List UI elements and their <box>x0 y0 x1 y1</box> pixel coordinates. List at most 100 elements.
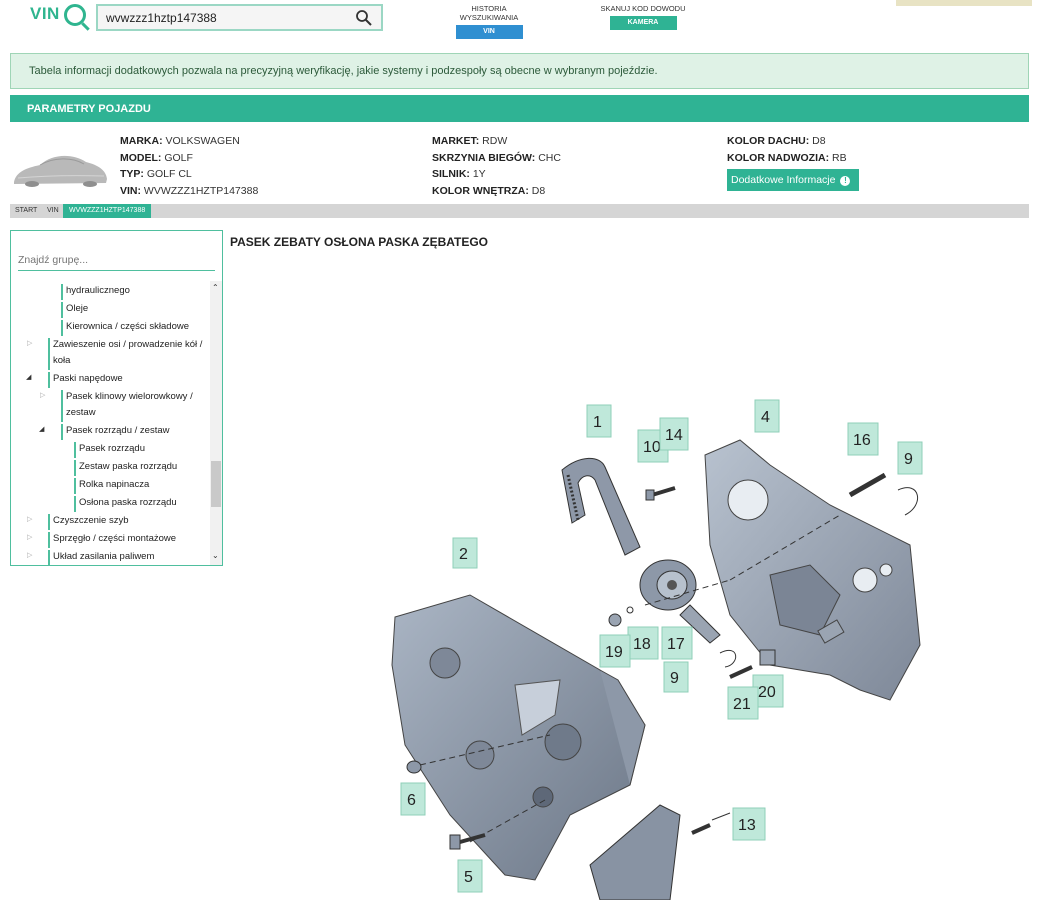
svg-text:5: 5 <box>464 869 473 886</box>
market-value: RDW <box>482 135 508 147</box>
vin-label: VIN: <box>120 184 141 197</box>
model-value: GOLF <box>164 151 193 164</box>
tree-item-cont: koła <box>53 353 70 369</box>
tree-item[interactable]: Rolka napinacza <box>74 477 149 494</box>
tree-item[interactable]: Kierownica / części składowe <box>61 319 189 336</box>
callout-13[interactable]: 13 <box>732 807 766 841</box>
callout-4[interactable]: 4 <box>754 399 780 433</box>
breadcrumb-vin[interactable]: VIN <box>42 204 59 218</box>
svg-text:2: 2 <box>459 546 468 563</box>
tree-item[interactable]: Pasek rozrządu / zestaw <box>61 423 170 440</box>
additional-info-label: Dodatkowe Informacje <box>731 174 836 186</box>
vehicle-specs-col3: KOLOR DACHU: D8 KOLOR NADWOZIA: RB <box>727 133 847 166</box>
tree-item[interactable]: Oleje <box>61 301 89 318</box>
tree-item-cont: zestaw <box>66 405 96 421</box>
account-strip <box>896 0 1032 6</box>
top-bar: VIN HISTORIA WYSZUKIWANIA VIN SKANUJ KOD… <box>0 0 1038 44</box>
part-1-belt-drawing[interactable] <box>561 457 641 556</box>
tree-item[interactable]: Czyszczenie szyb <box>48 513 129 530</box>
callout-17[interactable]: 17 <box>661 626 693 660</box>
tree-item-label: Paski napędowe <box>53 373 123 384</box>
svg-text:10: 10 <box>643 439 661 456</box>
svg-text:18: 18 <box>633 636 651 653</box>
scroll-thumb[interactable] <box>211 461 221 507</box>
callout-2[interactable]: 2 <box>452 537 478 569</box>
expand-arrow-icon[interactable]: ▷ <box>27 339 32 347</box>
callout-6[interactable]: 6 <box>400 782 426 816</box>
vin-logo[interactable]: VIN <box>30 4 86 26</box>
vehicle-params-header: PARAMETRY POJAZDU <box>10 95 1029 122</box>
tree-item[interactable]: Zestaw paska rozrządu <box>74 459 177 476</box>
camera-button[interactable]: KAMERA <box>609 16 677 30</box>
tree-item[interactable]: Układ zasilania paliwem <box>48 549 154 565</box>
callout-19[interactable]: 19 <box>599 634 631 668</box>
callout-18[interactable]: 18 <box>627 626 659 660</box>
search-history: HISTORIA WYSZUKIWANIA VIN <box>442 4 536 39</box>
tree-item-label: Pasek rozrządu <box>79 443 146 454</box>
tree-item-label: Pasek klinowy wielorowkowy / <box>66 391 193 402</box>
callout-9-lower[interactable]: 9 <box>663 661 689 693</box>
market-label: MARKET: <box>432 135 480 147</box>
group-sidebar: hydraulicznego Oleje Kierownica / części… <box>10 230 223 566</box>
breadcrumb: START VIN WVWZZZ1HZTP147388 <box>10 204 1029 218</box>
expand-arrow-icon[interactable]: ▷ <box>27 515 32 523</box>
svg-text:1: 1 <box>593 414 602 431</box>
sidebar-scrollbar[interactable]: ⌃ ⌄ <box>210 281 222 565</box>
tree-item-label: Osłona paska rozrządu <box>79 497 177 508</box>
breadcrumb-start[interactable]: START <box>10 204 37 218</box>
callout-21[interactable]: 21 <box>727 686 759 720</box>
vehicle-specs-col2: MARKET: RDW SKRZYNIA BIEGÓW: CHC SILNIK:… <box>432 133 561 199</box>
dach-value: D8 <box>812 135 826 147</box>
scroll-up-icon[interactable]: ⌃ <box>212 283 219 292</box>
tree-item-label: Oleje <box>66 303 89 314</box>
diagram-title: PASEK ZEBATY OSŁONA PASKA ZĘBATEGO <box>230 235 489 249</box>
tree-item-paski[interactable]: Paski napędowe <box>48 371 123 388</box>
svg-text:21: 21 <box>733 696 751 713</box>
callout-9-upper[interactable]: 9 <box>897 441 923 475</box>
skrzynia-label: SKRZYNIA BIEGÓW: <box>432 151 536 164</box>
callout-14[interactable]: 14 <box>659 417 689 451</box>
tree-item[interactable]: Zawieszenie osi / prowadzenie kół / <box>48 337 203 370</box>
expand-arrow-icon[interactable]: ▷ <box>27 551 32 559</box>
svg-text:6: 6 <box>407 792 416 809</box>
tree-item-label: Pasek rozrządu / zestaw <box>66 425 170 436</box>
callout-16[interactable]: 16 <box>847 422 879 456</box>
svg-text:4: 4 <box>761 409 770 426</box>
tree-item-label: zestaw <box>66 407 96 418</box>
svg-text:9: 9 <box>670 670 679 687</box>
wnetrze-label: KOLOR WNĘTRZA: <box>432 184 529 197</box>
vin-search-input[interactable] <box>98 6 338 29</box>
tree-item[interactable]: hydraulicznego <box>61 283 130 300</box>
wnetrze-value: D8 <box>531 184 546 197</box>
expand-arrow-icon[interactable]: ▷ <box>27 533 32 541</box>
tree-item-selected[interactable]: Osłona paska rozrządu <box>74 495 177 512</box>
tree-item[interactable]: Pasek klinowy wielorowkowy / <box>61 389 193 422</box>
expand-arrow-icon[interactable]: ▷ <box>40 391 45 399</box>
dach-label: KOLOR DACHU: <box>727 135 810 147</box>
collapse-arrow-icon[interactable]: ◢ <box>39 425 44 433</box>
model-label: MODEL: <box>120 151 162 164</box>
vin-search-box <box>96 4 383 31</box>
tree-item-label: Zawieszenie osi / prowadzenie kół / <box>53 339 203 350</box>
skrzynia-value: CHC <box>538 151 561 164</box>
info-icon: ! <box>840 176 851 186</box>
scroll-down-icon[interactable]: ⌄ <box>212 551 219 560</box>
search-icon[interactable] <box>355 9 373 27</box>
info-banner: Tabela informacji dodatkowych pozwala na… <box>10 53 1029 89</box>
group-search-input[interactable] <box>18 250 215 271</box>
additional-info-button[interactable]: Dodatkowe Informacje! <box>727 169 859 191</box>
marka-value: VOLKSWAGEN <box>165 135 240 147</box>
svg-text:20: 20 <box>758 684 776 701</box>
callout-1[interactable]: 1 <box>586 404 612 438</box>
part-4-rear-cover-drawing[interactable] <box>704 439 921 701</box>
tree-item[interactable]: Sprzęgło / części montażowe <box>48 531 176 548</box>
history-vin-button[interactable]: VIN <box>455 25 523 39</box>
marka-label: MARKA: <box>120 135 163 147</box>
breadcrumb-current[interactable]: WVWZZZ1HZTP147388 <box>63 204 152 218</box>
tree-item-label: koła <box>53 355 71 366</box>
callout-5[interactable]: 5 <box>457 859 483 893</box>
vin-logo-text: VIN <box>30 4 60 23</box>
svg-text:9: 9 <box>904 451 913 468</box>
collapse-arrow-icon[interactable]: ◢ <box>26 373 31 381</box>
tree-item[interactable]: Pasek rozrządu <box>74 441 146 458</box>
